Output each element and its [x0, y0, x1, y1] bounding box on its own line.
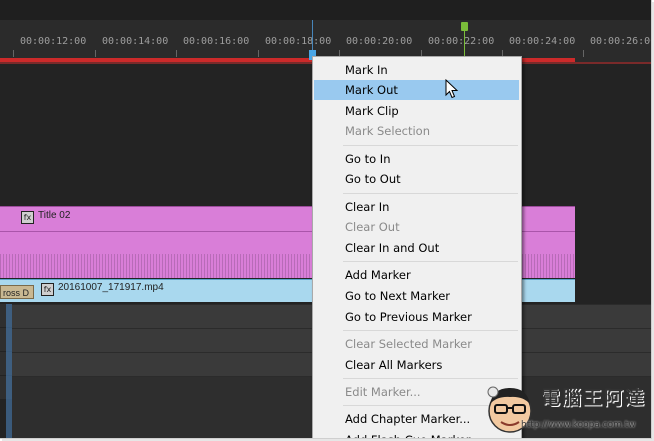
title-clip-label: Title 02 [38, 210, 71, 221]
ruler-timecode: 00:00:24:00 [509, 36, 576, 47]
menu-item-mark-in[interactable]: Mark In [314, 60, 519, 80]
menu-item-clear-selected-marker[interactable]: Clear Selected Marker [314, 334, 519, 354]
timeline-header-bar [0, 0, 651, 20]
watermark-url: http://www.koopa.com.tw [521, 420, 636, 430]
fx-icon: fx [21, 211, 34, 224]
menu-item-clear-all-markers[interactable]: Clear All Markers [314, 355, 519, 375]
fx-icon: fx [41, 283, 54, 296]
ruler-tick [583, 50, 584, 57]
menu-item-mark-clip[interactable]: Mark Clip [314, 101, 519, 121]
ruler-tick [95, 50, 96, 57]
ruler-timecode: 00:00:14:00 [102, 36, 169, 47]
watermark-title: 電腦王阿達 [541, 387, 647, 409]
ruler-tick [13, 50, 14, 57]
ruler-tick [258, 50, 259, 57]
mouse-pointer-icon [445, 79, 459, 99]
ruler-timecode: 00:00:22:00 [428, 36, 495, 47]
menu-separator [343, 378, 518, 379]
menu-item-go-to-previous-marker[interactable]: Go to Previous Marker [314, 307, 519, 327]
ruler-tick [176, 50, 177, 57]
menu-item-mark-selection[interactable]: Mark Selection [314, 121, 519, 141]
menu-separator [343, 261, 518, 262]
menu-item-clear-in-and-out[interactable]: Clear In and Out [314, 238, 519, 258]
watermark-logo: 電腦王阿達 http://www.koopa.com.tw [479, 380, 649, 438]
marker-icon[interactable] [461, 22, 468, 31]
ruler-timecode: 00:00:18:00 [265, 36, 332, 47]
premiere-timeline-window: 00:00:12:00 00:00:14:00 00:00:16:00 00:0… [0, 0, 652, 439]
menu-item-clear-in[interactable]: Clear In [314, 197, 519, 217]
menu-separator [343, 145, 518, 146]
menu-item-go-to-in[interactable]: Go to In [314, 149, 519, 169]
menu-item-clear-out[interactable]: Clear Out [314, 217, 519, 237]
video-clip-label: 20161007_171917.mp4 [58, 282, 164, 293]
menu-separator [343, 330, 518, 331]
marker-line [464, 31, 465, 59]
ruler-timecode: 00:00:20:00 [346, 36, 413, 47]
track-selection-indicator [6, 304, 12, 438]
menu-separator [343, 193, 518, 194]
ruler-timecode: 00:00:16:00 [183, 36, 250, 47]
ruler-timecode: 00:00:26:00 [590, 36, 652, 47]
menu-item-go-to-next-marker[interactable]: Go to Next Marker [314, 286, 519, 306]
ruler-timecode: 00:00:12:00 [20, 36, 87, 47]
menu-item-go-to-out[interactable]: Go to Out [314, 169, 519, 189]
menu-item-mark-out[interactable]: Mark Out [314, 80, 519, 100]
menu-item-add-marker[interactable]: Add Marker [314, 265, 519, 285]
cross-dissolve-transition[interactable]: ross D [0, 285, 34, 299]
